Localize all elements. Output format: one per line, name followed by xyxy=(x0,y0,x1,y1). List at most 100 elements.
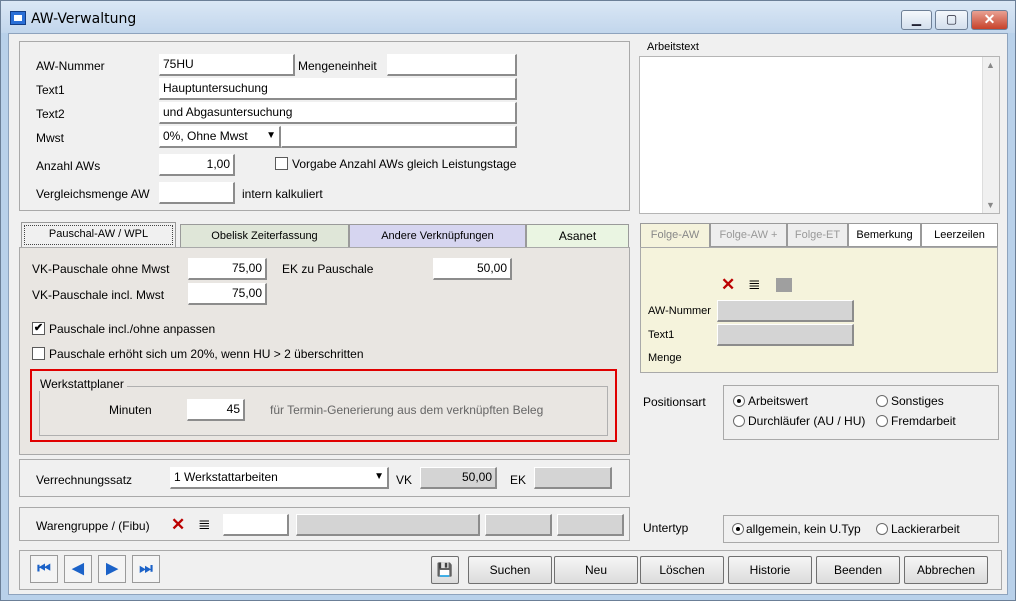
folge-aw-input[interactable] xyxy=(717,300,854,322)
folge-text1-label: Text1 xyxy=(648,329,675,341)
radio-lackierarbeit[interactable] xyxy=(876,523,888,535)
ek-input[interactable]: 50,00 xyxy=(433,258,512,280)
client-area: AW-Nummer 75HU Mengeneinheit Text1 Haupt… xyxy=(8,33,1008,595)
radio-fremdarbeit[interactable] xyxy=(876,415,888,427)
text1-label: Text1 xyxy=(36,83,65,97)
loeschen-button[interactable]: Löschen xyxy=(640,556,724,584)
minimize-button[interactable]: ▁ xyxy=(901,10,932,30)
text2-input[interactable]: und Abgasuntersuchung xyxy=(159,102,517,124)
text1-input[interactable]: Hauptuntersuchung xyxy=(159,78,517,100)
vk-incl-input[interactable]: 75,00 xyxy=(188,283,267,305)
vk-incl-label: VK-Pauschale incl. Mwst xyxy=(32,288,165,302)
verrechnung-select[interactable]: 1 Werkstattarbeiten ▼ xyxy=(170,467,389,489)
untertyp-group: allgemein, kein U.Typ Lackierarbeit xyxy=(723,515,999,543)
warengruppe-group: Warengruppe / (Fibu) ✕ ≣ xyxy=(19,507,630,541)
beenden-button[interactable]: Beenden xyxy=(816,556,900,584)
vergleich-label: Vergleichsmenge AW xyxy=(36,187,150,201)
minuten-input[interactable]: 45 xyxy=(187,399,245,421)
tab-folge-aw[interactable]: Folge-AW xyxy=(640,223,710,247)
verrechnung-ek-input xyxy=(534,467,612,489)
warengruppe-input[interactable] xyxy=(223,514,289,536)
vk-ohne-input[interactable]: 75,00 xyxy=(188,258,267,280)
vorgabe-label: Vorgabe Anzahl AWs gleich Leistungstage xyxy=(292,157,517,171)
mwst-value: 0%, Ohne Mwst xyxy=(163,129,248,143)
aw-nummer-input[interactable]: 75HU xyxy=(159,54,295,76)
maximize-button[interactable]: ▢ xyxy=(935,10,968,30)
positionsart-group: Arbeitswert Sonstiges Durchläufer (AU / … xyxy=(723,385,999,440)
first-record-icon[interactable]: ⏮ xyxy=(30,555,58,583)
list-icon[interactable]: ≣ xyxy=(748,275,761,293)
square-icon[interactable] xyxy=(776,278,792,292)
lackierarbeit-label: Lackierarbeit xyxy=(891,522,960,536)
arbeitstext-textarea[interactable]: ▲ ▼ xyxy=(639,56,1000,214)
tab-folge-et[interactable]: Folge-ET xyxy=(787,223,848,247)
next-record-icon[interactable]: ▶ xyxy=(98,555,126,583)
historie-button[interactable]: Historie xyxy=(728,556,812,584)
folge-aw-label: AW-Nummer xyxy=(648,305,711,317)
title-bar: AW-Verwaltung ▁ ▢ ✕ xyxy=(1,1,1015,33)
tab-pauschal[interactable]: Pauschal-AW / WPL xyxy=(21,222,176,248)
tab-obelisk[interactable]: Obelisk Zeiterfassung xyxy=(180,224,349,248)
save-button[interactable]: 💾 xyxy=(431,556,459,584)
chevron-down-icon[interactable]: ▼ xyxy=(374,471,384,482)
suchen-button[interactable]: Suchen xyxy=(468,556,552,584)
delete-icon[interactable]: ✕ xyxy=(721,275,735,295)
warengruppe-name-field xyxy=(296,514,480,536)
tab-leerzeilen[interactable]: Leerzeilen xyxy=(921,223,998,247)
anpassen-checkbox[interactable]: ✔ xyxy=(32,322,45,335)
mengeneinheit-label: Mengeneinheit xyxy=(298,59,377,73)
werkstattplaner-hint: für Termin-Generierung aus dem verknüpft… xyxy=(270,403,544,417)
radio-sonstiges[interactable] xyxy=(876,395,888,407)
vorgabe-checkbox[interactable] xyxy=(275,157,288,170)
folge-menge-label: Menge xyxy=(648,352,682,364)
tab-bemerkung[interactable]: Bemerkung xyxy=(848,223,921,247)
app-window: AW-Verwaltung ▁ ▢ ✕ AW-Nummer 75HU Menge… xyxy=(0,0,1016,601)
tab-asanet[interactable]: Asanet xyxy=(526,224,629,248)
durchlaeufer-label: Durchläufer (AU / HU) xyxy=(748,414,866,428)
warengruppe-delete-icon[interactable]: ✕ xyxy=(171,515,185,535)
verrechnung-vk-input: 50,00 xyxy=(420,467,497,489)
warengruppe-field-3 xyxy=(557,514,624,536)
neu-button[interactable]: Neu xyxy=(554,556,638,584)
anpassen-label: Pauschale incl./ohne anpassen xyxy=(49,322,216,336)
vk-label: VK xyxy=(396,473,413,487)
allgemein-label: allgemein, kein U.Typ xyxy=(746,522,861,536)
intern-label: intern kalkuliert xyxy=(242,187,323,201)
close-button[interactable]: ✕ xyxy=(971,10,1008,30)
app-icon xyxy=(10,11,26,25)
tab-folge-aw-plus[interactable]: Folge-AW + xyxy=(710,223,787,247)
folge-text1-input[interactable] xyxy=(717,324,854,346)
last-record-icon[interactable]: ⏭ xyxy=(132,555,160,583)
ek-label: EK zu Pauschale xyxy=(282,262,374,276)
mwst-label: Mwst xyxy=(36,131,64,145)
window-title: AW-Verwaltung xyxy=(31,11,137,27)
pauschal-panel: VK-Pauschale ohne Mwst 75,00 EK zu Pausc… xyxy=(19,247,630,455)
scroll-up-icon[interactable]: ▲ xyxy=(986,60,995,70)
aw-nummer-label: AW-Nummer xyxy=(36,59,105,73)
stammdaten-group: AW-Nummer 75HU Mengeneinheit Text1 Haupt… xyxy=(19,41,630,211)
scrollbar[interactable]: ▲ ▼ xyxy=(982,57,999,213)
fremdarbeit-label: Fremdarbeit xyxy=(891,414,956,428)
text2-label: Text2 xyxy=(36,107,65,121)
radio-arbeitswert[interactable] xyxy=(733,395,745,407)
tab-andere[interactable]: Andere Verknüpfungen xyxy=(349,224,526,248)
vk-ohne-label: VK-Pauschale ohne Mwst xyxy=(32,262,170,276)
radio-durchlaeufer[interactable] xyxy=(733,415,745,427)
chevron-down-icon[interactable]: ▼ xyxy=(266,130,276,141)
sonstiges-label: Sonstiges xyxy=(891,394,944,408)
erhoeht-checkbox[interactable] xyxy=(32,347,45,360)
untertyp-label: Untertyp xyxy=(643,521,689,535)
erhoeht-label: Pauschale erhöht sich um 20%, wenn HU > … xyxy=(49,347,364,361)
mengeneinheit-input[interactable] xyxy=(387,54,517,76)
abbrechen-button[interactable]: Abbrechen xyxy=(904,556,988,584)
anzahl-input[interactable]: 1,00 xyxy=(159,154,235,176)
radio-allgemein[interactable] xyxy=(732,523,744,535)
mwst-extra-field xyxy=(281,126,517,148)
mwst-select[interactable]: 0%, Ohne Mwst ▼ xyxy=(159,126,281,148)
arbeitswert-label: Arbeitswert xyxy=(748,394,809,408)
scroll-down-icon[interactable]: ▼ xyxy=(986,200,995,210)
prev-record-icon[interactable]: ◀ xyxy=(64,555,92,583)
warengruppe-list-icon[interactable]: ≣ xyxy=(198,515,211,533)
verrechnung-group: Verrechnungssatz 1 Werkstattarbeiten ▼ VK… xyxy=(19,459,630,497)
vergleich-input[interactable] xyxy=(159,182,235,204)
